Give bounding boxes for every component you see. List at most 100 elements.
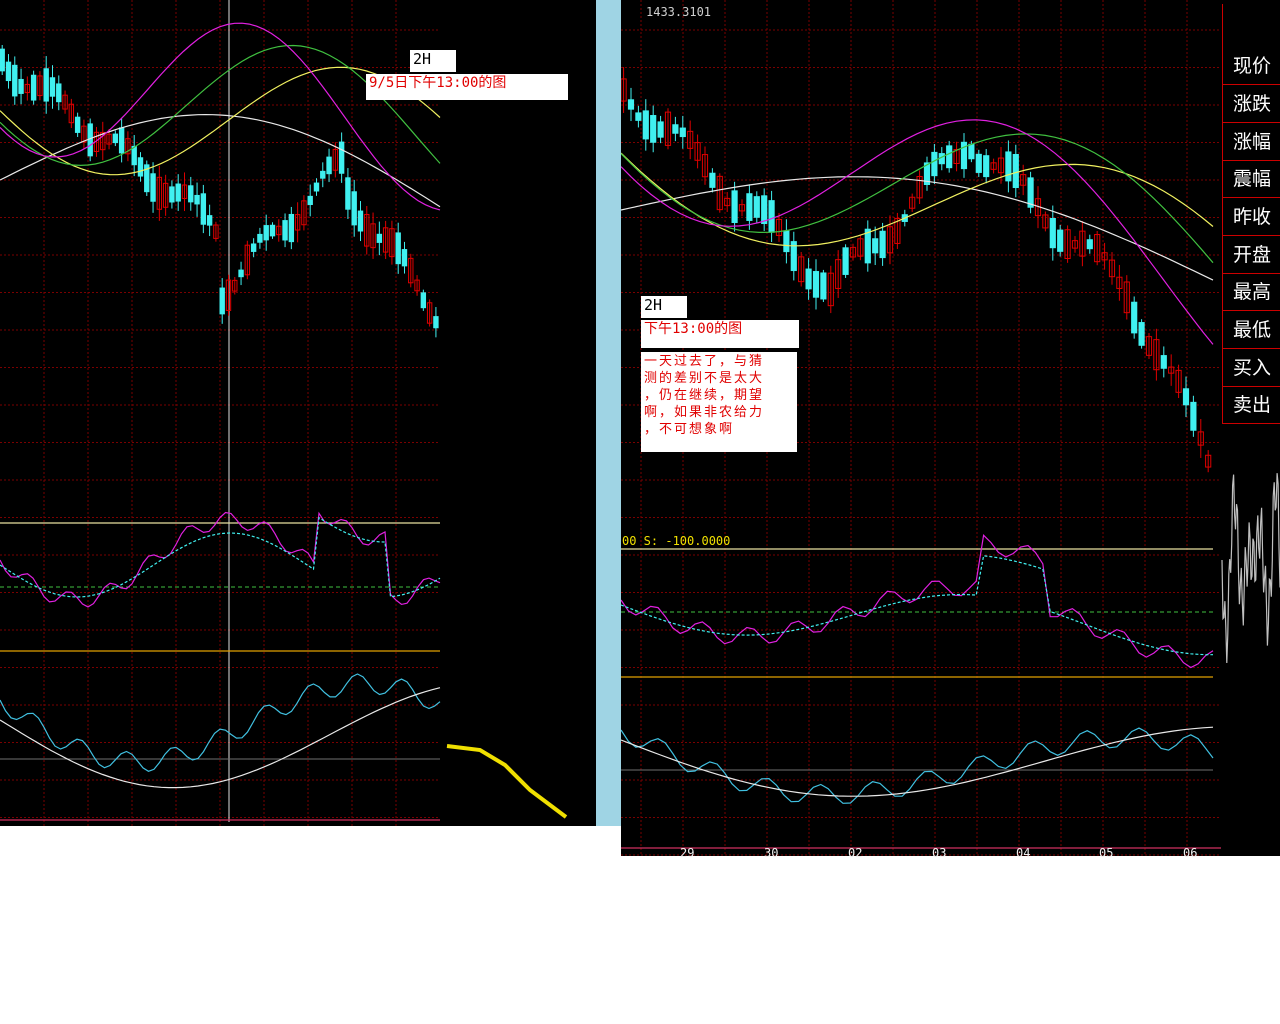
candle-body bbox=[137, 157, 144, 177]
candle-body bbox=[326, 156, 332, 175]
menu-item-prev-close[interactable]: 昨收 bbox=[1223, 199, 1280, 236]
x-label: 04 bbox=[1016, 846, 1031, 860]
candle-body bbox=[946, 145, 953, 169]
candle-body bbox=[5, 61, 12, 82]
mini-tick-line bbox=[1221, 473, 1280, 664]
candle-body bbox=[879, 230, 886, 259]
candle-body bbox=[627, 99, 635, 110]
candle-body bbox=[219, 287, 225, 315]
candle-body bbox=[18, 78, 24, 94]
forecast-curve bbox=[446, 744, 568, 819]
candle-body bbox=[338, 141, 345, 174]
oscillator-label: 00 S: -100.0000 bbox=[622, 534, 731, 548]
candle-body bbox=[1190, 401, 1197, 431]
candle-body bbox=[642, 110, 649, 140]
right-caption-label: 下午13:00的图 bbox=[641, 320, 799, 348]
candle-body bbox=[351, 191, 357, 226]
quote-menu: 现价 涨跌 涨幅 震幅 昨收 开盘 最高 最低 买入 卖出 bbox=[1222, 4, 1280, 424]
candle-body bbox=[313, 182, 320, 192]
candle-body bbox=[1027, 177, 1034, 208]
menu-item-low[interactable]: 最低 bbox=[1223, 312, 1280, 349]
x-label: 06 bbox=[1183, 846, 1198, 860]
menu-item-bid[interactable]: 买入 bbox=[1223, 350, 1280, 387]
candle-body bbox=[709, 172, 716, 188]
candle-body bbox=[761, 195, 768, 225]
candle-body bbox=[175, 183, 181, 202]
candle-body bbox=[250, 243, 257, 252]
candle-body bbox=[968, 143, 975, 160]
candle-body bbox=[679, 127, 686, 138]
candle-body bbox=[49, 77, 56, 97]
left-caption-label: 9/5日下午13:00的图 bbox=[366, 74, 568, 100]
candle-body bbox=[169, 186, 175, 203]
left-period-label: 2H bbox=[410, 50, 456, 72]
candle-body bbox=[150, 173, 156, 202]
candle-body bbox=[1086, 239, 1093, 250]
candle-body bbox=[1049, 217, 1056, 249]
comment-box: 一天过去了，与猜 测的差别不是太大 ，仍在继续，期望 啊，如果非农给力 ，不可想… bbox=[641, 352, 797, 452]
candle-body bbox=[931, 151, 938, 177]
candle-body bbox=[395, 232, 401, 265]
oscillator-signal bbox=[621, 555, 1213, 656]
menu-item-price[interactable]: 现价 bbox=[1223, 48, 1280, 85]
menu-item-change[interactable]: 涨跌 bbox=[1223, 86, 1280, 123]
candle-body bbox=[635, 112, 642, 121]
candle-body bbox=[420, 292, 427, 309]
menu-item-high[interactable]: 最高 bbox=[1223, 274, 1280, 311]
candle-body bbox=[746, 193, 753, 221]
candle-body bbox=[783, 230, 790, 253]
candle-body bbox=[842, 247, 849, 275]
candle-body bbox=[269, 224, 276, 237]
candle-body bbox=[307, 195, 313, 206]
candle-body bbox=[206, 215, 213, 226]
candle-body bbox=[820, 272, 827, 300]
candle-body bbox=[975, 153, 982, 173]
candle-body bbox=[194, 194, 200, 205]
candle-body bbox=[118, 127, 125, 154]
candle-body bbox=[43, 68, 49, 102]
menu-item-open[interactable]: 开盘 bbox=[1223, 237, 1280, 274]
candle-body bbox=[257, 233, 263, 243]
candle-body bbox=[1012, 153, 1019, 189]
candle-body bbox=[238, 269, 244, 278]
candle-body bbox=[263, 225, 269, 241]
price-high-label: 1433.3101 bbox=[646, 5, 712, 19]
candle-body bbox=[872, 238, 879, 254]
candle-body bbox=[30, 74, 37, 101]
x-label: 03 bbox=[932, 846, 947, 860]
menu-item-ask[interactable]: 卖出 bbox=[1223, 387, 1280, 424]
candle-body bbox=[376, 233, 383, 243]
candle-body bbox=[56, 83, 62, 103]
candle-body bbox=[0, 48, 5, 72]
menu-item-amplitude[interactable]: 震幅 bbox=[1223, 161, 1280, 198]
candle-body bbox=[983, 155, 990, 178]
candle-body bbox=[864, 228, 871, 264]
candle-body bbox=[401, 249, 408, 267]
candle-body bbox=[650, 115, 657, 143]
candle-body bbox=[1160, 355, 1167, 369]
candle-body bbox=[753, 196, 760, 218]
left-chart-svg bbox=[0, 0, 568, 826]
x-label: 02 bbox=[848, 846, 863, 860]
candle-body bbox=[768, 200, 775, 233]
candle-body bbox=[657, 121, 664, 138]
candle-body bbox=[112, 133, 119, 144]
candle-body bbox=[345, 177, 351, 210]
candle-body bbox=[320, 170, 326, 179]
ma-line-yellow bbox=[621, 152, 1214, 247]
menu-item-change-pct[interactable]: 涨幅 bbox=[1223, 124, 1280, 161]
candle-body bbox=[805, 268, 812, 290]
candle-body bbox=[357, 210, 364, 232]
indicator-line bbox=[621, 727, 1214, 804]
candle-body bbox=[282, 220, 288, 241]
candle-body bbox=[188, 185, 194, 203]
candle-body bbox=[1138, 322, 1145, 346]
x-label: 29 bbox=[680, 846, 695, 860]
candle-body bbox=[1057, 229, 1064, 252]
x-label: 05 bbox=[1099, 846, 1114, 860]
candle-body bbox=[1131, 301, 1138, 334]
candle-body bbox=[1005, 151, 1012, 182]
candle-body bbox=[12, 64, 18, 97]
candle-body bbox=[433, 316, 439, 329]
candle-body bbox=[288, 213, 295, 243]
